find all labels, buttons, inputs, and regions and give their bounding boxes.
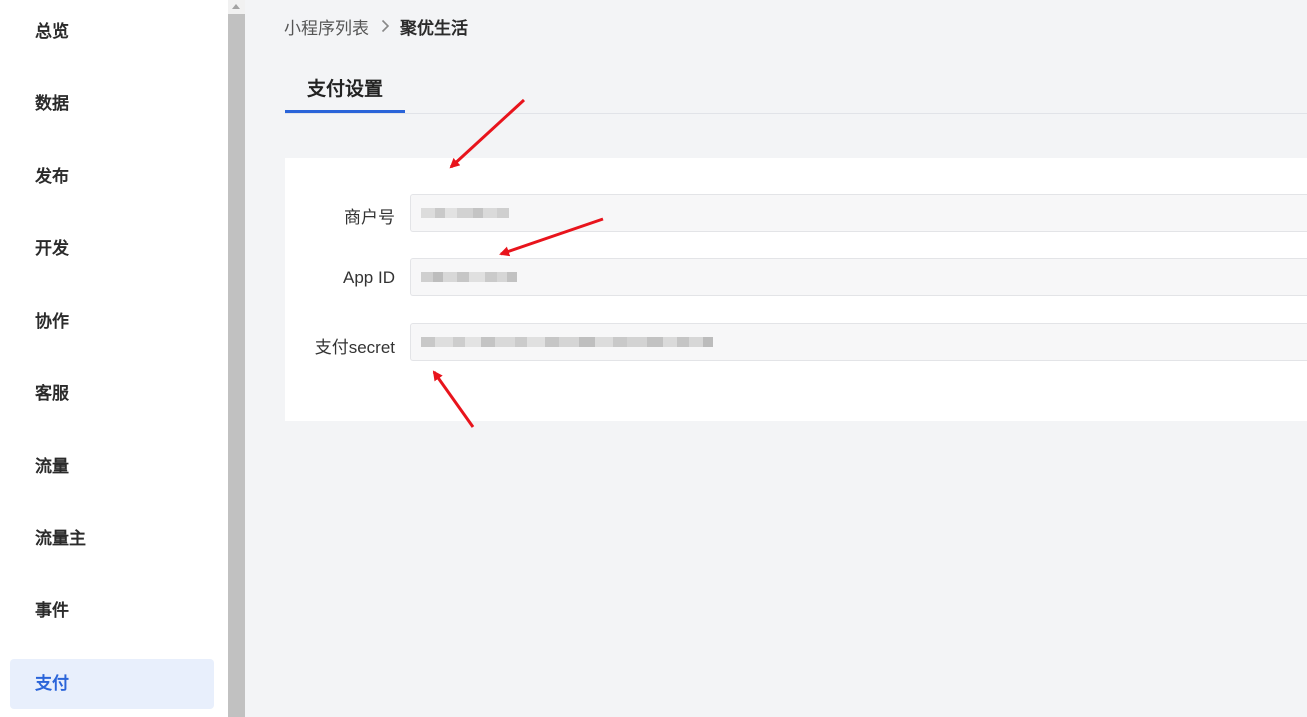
- breadcrumb-parent-link[interactable]: 小程序列表: [284, 14, 369, 39]
- scrollbar-thumb[interactable]: [228, 14, 245, 717]
- sidebar-item-overview[interactable]: 总览: [10, 7, 214, 57]
- app-id-field[interactable]: [410, 258, 1307, 296]
- sidebar-item-events[interactable]: 事件: [10, 586, 214, 636]
- pay-secret-field[interactable]: [410, 323, 1307, 361]
- sidebar-item-payment[interactable]: 支付: [10, 659, 214, 709]
- scroll-up-arrow-icon[interactable]: [232, 4, 240, 9]
- chevron-right-icon: [381, 19, 390, 33]
- sidebar-item-traffic-owner[interactable]: 流量主: [10, 514, 214, 564]
- sidebar-item-traffic[interactable]: 流量: [10, 442, 214, 492]
- tab-payment-settings[interactable]: 支付设置: [285, 72, 405, 113]
- redacted-value: [421, 259, 1307, 295]
- app-id-label: App ID: [343, 268, 395, 287]
- tab-bar: 支付设置: [285, 72, 1307, 114]
- payment-settings-card: 商户号 App ID 支付secret: [285, 158, 1307, 421]
- sidebar-item-data[interactable]: 数据: [10, 79, 214, 129]
- sidebar: 总览 数据 发布 开发 协作 客服 流量 流量主 事件 支付: [0, 0, 228, 717]
- sidebar-item-publish[interactable]: 发布: [10, 152, 214, 202]
- redacted-value: [421, 324, 1307, 360]
- breadcrumb: 小程序列表 聚优生活: [284, 14, 468, 38]
- pay-secret-label: 支付secret: [314, 338, 395, 357]
- sidebar-scrollbar[interactable]: [228, 0, 245, 717]
- merchant-id-field[interactable]: [410, 194, 1307, 232]
- breadcrumb-current: 聚优生活: [400, 18, 468, 38]
- sidebar-item-collaborate[interactable]: 协作: [10, 297, 214, 347]
- merchant-id-label: 商户号: [344, 208, 395, 227]
- redacted-value: [421, 195, 1307, 231]
- sidebar-item-develop[interactable]: 开发: [10, 224, 214, 274]
- sidebar-item-customer-service[interactable]: 客服: [10, 369, 214, 419]
